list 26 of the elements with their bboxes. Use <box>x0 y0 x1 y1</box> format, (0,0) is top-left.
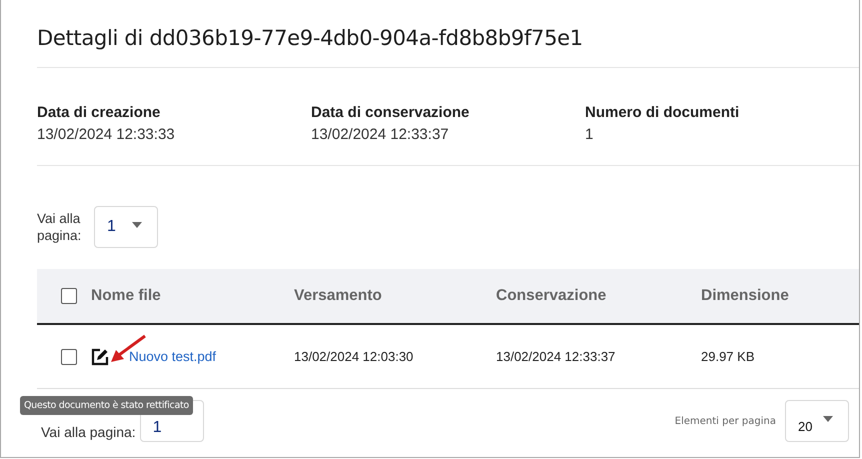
select-all-checkbox[interactable] <box>61 288 77 304</box>
page-label: Vai alla pagina: <box>37 210 82 244</box>
table-cell-text: 13/02/2024 12:33:37 <box>496 349 616 364</box>
per-page-label: Elementi per pagina <box>674 416 776 426</box>
column-header: Conservazione <box>496 287 608 305</box>
column-header: Dimensione <box>701 287 789 305</box>
detail-label: Data di conservazione <box>311 103 470 123</box>
detail-label: Numero di documenti <box>585 103 740 123</box>
edit-icon[interactable] <box>91 348 109 366</box>
column-header: Versamento <box>294 287 383 305</box>
table-cell: 29.97 KB <box>701 349 754 364</box>
file-link[interactable]: Nuovo test.pdf <box>129 349 216 364</box>
page-title: Dettagli di dd036b19-77e9-4db0-904a-fd8b8b9f75e1 <box>37 0 859 68</box>
caret-icon <box>132 222 142 228</box>
page-select[interactable]: 1 <box>94 206 158 248</box>
detail-label: Data di creazione <box>37 103 162 123</box>
detail-value: 13/02/2024 12:33:37 <box>311 125 450 145</box>
detail-value: 13/02/2024 12:33:33 <box>37 125 176 145</box>
caret-icon <box>823 416 833 422</box>
detail-value: 1 <box>585 125 594 145</box>
column-header: Nome file <box>91 287 162 305</box>
row-checkbox[interactable] <box>61 348 77 364</box>
table-cell-text: 13/02/2024 12:03:30 <box>294 349 414 364</box>
per-page-select[interactable]: 20 <box>785 400 849 442</box>
tooltip: Questo documento è stato rettificato <box>20 396 193 415</box>
page-label: Vai alla pagina: <box>41 424 136 440</box>
